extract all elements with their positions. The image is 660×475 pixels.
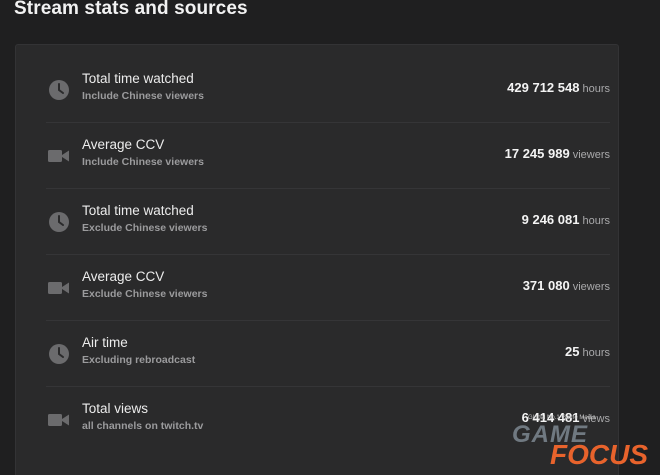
stat-unit: hours: [582, 215, 610, 227]
page-title: Stream stats and sources: [14, 0, 248, 19]
stat-row-average-ccv-exclude: Average CCV Exclude Chinese viewers 371 …: [46, 255, 610, 321]
video-camera-icon: [48, 414, 69, 426]
stat-number: 371 080: [522, 278, 570, 293]
stat-row-air-time: Air time Excluding rebroadcast 25 hours: [46, 321, 610, 387]
stat-label: Total views: [82, 401, 149, 416]
gamefocus-watermark-logo: Global No.1 Game Media GAME FOCUS: [510, 409, 660, 475]
clock-icon: [49, 212, 69, 232]
stat-row-total-time-watched-include: Total time watched Include Chinese viewe…: [46, 57, 610, 123]
video-camera-icon: [48, 282, 69, 294]
stat-row-total-time-watched-exclude: Total time watched Exclude Chinese viewe…: [46, 189, 610, 255]
stat-unit: viewers: [572, 149, 610, 161]
clock-icon: [49, 344, 69, 364]
stat-label: Total time watched: [82, 203, 194, 218]
stat-value: 17 245 989 viewers: [505, 146, 610, 161]
watermark-word-focus: FOCUS: [550, 439, 648, 470]
stat-unit: hours: [582, 347, 610, 359]
stat-label: Average CCV: [82, 137, 165, 152]
video-camera-icon: [48, 150, 69, 162]
stat-label: Average CCV: [82, 269, 165, 284]
stat-sublabel: all channels on twitch.tv: [82, 420, 204, 432]
stat-unit: viewers: [572, 281, 610, 293]
stat-sublabel: Exclude Chinese viewers: [82, 288, 208, 300]
stat-row-average-ccv-include: Average CCV Include Chinese viewers 17 2…: [46, 123, 610, 189]
stat-sublabel: Excluding rebroadcast: [82, 354, 196, 366]
clock-icon: [49, 80, 69, 100]
stat-value: 371 080 viewers: [523, 278, 610, 293]
stat-label: Air time: [82, 335, 128, 350]
stat-label: Total time watched: [82, 71, 194, 86]
stat-number: 25: [565, 344, 580, 359]
stat-value: 25 hours: [565, 344, 610, 359]
stat-number: 9 246 081: [521, 212, 580, 227]
stat-sublabel: Include Chinese viewers: [82, 156, 204, 168]
stat-value: 429 712 548 hours: [507, 80, 610, 95]
stat-sublabel: Include Chinese viewers: [82, 90, 204, 102]
stat-unit: hours: [582, 83, 610, 95]
stat-number: 17 245 989: [504, 146, 570, 161]
stat-number: 429 712 548: [507, 80, 580, 95]
stat-sublabel: Exclude Chinese viewers: [82, 222, 208, 234]
stream-stats-page: Stream stats and sources Total time watc…: [0, 0, 660, 475]
stat-value: 9 246 081 hours: [522, 212, 610, 227]
